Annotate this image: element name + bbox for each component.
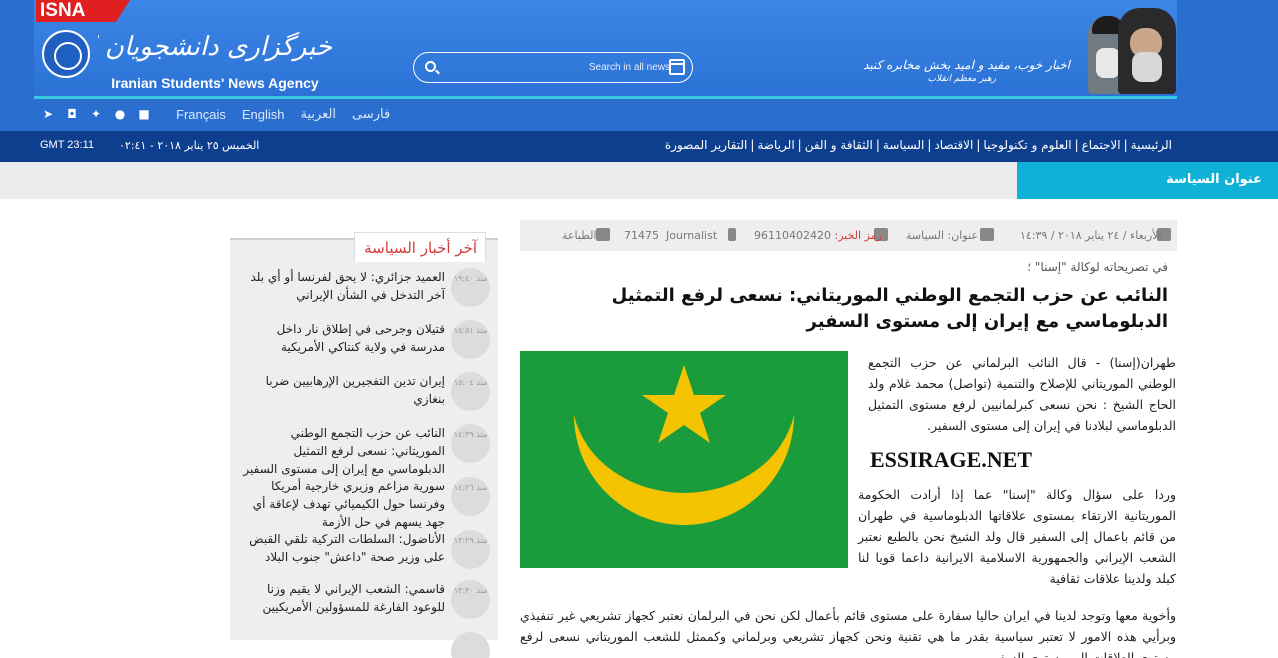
nav-item-home[interactable]: الرئيسية	[1131, 138, 1172, 152]
news-time: منذ ١٤:٢٦	[453, 483, 488, 492]
list-item[interactable]: منذ ١٥:٠٤ إيران تدين التفجيرين الإرهابيي…	[240, 372, 490, 422]
list-item	[240, 632, 490, 658]
mauritania-flag-image	[520, 351, 848, 568]
news-title[interactable]: العميد جزائري: لا يحق لفرنسا أو أي بلد آ…	[240, 268, 445, 304]
section-title: عنوان السياسة	[1166, 172, 1262, 187]
nav-menu: الرئيسية | الاجتماع | العلوم و تكنولوجيا | …	[665, 138, 1172, 152]
nav-separator: |	[875, 138, 880, 152]
header-divider	[34, 96, 1177, 99]
article-paragraph-1: طهران(إسنا) - قال النائب البرلماني عن حز…	[868, 355, 1176, 433]
news-title[interactable]: النائب عن حزب التجمع الوطني الموريتاني: …	[240, 424, 445, 478]
nav-item-sports[interactable]: الرياضة	[757, 138, 794, 152]
leaders-portraits	[1080, 4, 1176, 96]
leader-slogan: اخبار خوب، مفید و امید بخش مخابره کنید	[863, 58, 1070, 72]
list-item[interactable]: منذ ١٣:٣٠ قاسمي: الشعب الإيراني لا يقيم …	[240, 580, 490, 630]
lang-english[interactable]: English	[242, 107, 285, 122]
article-code: رمز الخبر: 96110402420	[754, 229, 882, 242]
essirage-watermark: ESSIRAGE.NET	[870, 447, 1033, 472]
news-time: منذ ١٩:٤٠	[453, 274, 488, 283]
article-headline: النائب عن حزب التجمع الوطني الموريتاني: …	[611, 285, 1168, 332]
twitter-icon[interactable]: ✦	[88, 106, 104, 122]
news-title[interactable]: قتيلان وجرحى في إطلاق نار داخل مدرسة في …	[240, 320, 445, 356]
nav-separator: |	[1123, 138, 1128, 152]
isna-brand-tag[interactable]: ISNA	[36, 0, 130, 22]
news-title[interactable]: الأناضول: السلطات التركية تلقي القبض على…	[240, 530, 445, 566]
site-header: ISNA خبرگزاری دانشجویان ایران، ایسنا Ira…	[0, 0, 1278, 131]
leader-slogan-source: رهبر معظم انقلاب	[927, 74, 996, 84]
nav-item-society[interactable]: الاجتماع	[1082, 138, 1121, 152]
article-code-label: رمز الخبر:	[834, 229, 882, 242]
news-thumbnail	[451, 632, 490, 658]
current-date: الخميس ٢٥ يناير ٢٠١٨ - ٠٢:٤١	[119, 139, 260, 152]
nav-item-photo-reports[interactable]: التقارير المصورة	[665, 138, 748, 152]
flag-emblem-icon	[574, 365, 794, 525]
nav-separator: |	[927, 138, 932, 152]
list-item[interactable]: منذ ١٩:٤٠ العميد جزائري: لا يحق لفرنسا أ…	[240, 268, 490, 318]
news-time: منذ ١٥:٥١	[453, 326, 488, 335]
search-input[interactable]	[450, 58, 670, 77]
article-meta-bar: الأربعاء / ٢٤ يناير ٢٠١٨ / ١٤:٣٩ عنوان: …	[520, 220, 1177, 251]
calendar-icon[interactable]	[669, 59, 685, 75]
logo-english-text[interactable]: Iranian Students' News Agency	[98, 75, 332, 91]
print-label[interactable]: الطباعة	[562, 229, 597, 242]
nav-separator: |	[797, 138, 802, 152]
nav-item-economy[interactable]: الاقتصاد	[934, 138, 973, 152]
news-title[interactable]: قاسمي: الشعب الإيراني لا يقيم وزنا للوعو…	[240, 580, 445, 616]
nav-item-science[interactable]: العلوم و تكنولوجيا	[983, 138, 1071, 152]
news-time: منذ ١٣:٢٩	[453, 536, 488, 545]
article-section[interactable]: عنوان: السياسة	[906, 229, 978, 242]
nav-item-politics[interactable]: السياسة	[883, 138, 924, 152]
news-title[interactable]: إيران تدين التفجيرين الإرهابيين ضربا بنغ…	[240, 372, 445, 408]
journalist-label: Journalist	[666, 229, 718, 242]
print-icon[interactable]	[596, 228, 610, 241]
news-time: منذ ١٤:٣٩	[453, 430, 488, 439]
article-paragraph-3: وأخوية معها وتوجد لدينا في ايران حاليا س…	[520, 608, 1176, 658]
section-tab[interactable]: عنوان السياسة	[1017, 162, 1278, 199]
microphone-icon	[728, 228, 736, 241]
apple-icon[interactable]: ●	[112, 106, 128, 122]
lang-arabic[interactable]: العربية	[301, 107, 337, 122]
list-item[interactable]: منذ ١٥:٥١ قتيلان وجرحى في إطلاق نار داخل…	[240, 320, 490, 370]
logo-persian-text[interactable]: خبرگزاری دانشجویان ایران، ایسنا	[98, 26, 332, 68]
instagram-icon[interactable]: ◘	[64, 106, 80, 122]
sidebar-title: آخر أخبار السياسة	[364, 239, 477, 257]
search-icon[interactable]	[425, 61, 436, 72]
android-icon[interactable]: ■	[136, 106, 152, 122]
nav-separator: |	[1074, 138, 1079, 152]
news-time: منذ ١٣:٣٠	[453, 586, 488, 595]
list-item[interactable]: منذ ١٤:٣٩ النائب عن حزب التجمع الوطني ال…	[240, 424, 490, 478]
list-item[interactable]: منذ ١٤:٢٦ سورية مزاعم وزيري خارجية أمريك…	[240, 477, 490, 531]
gmt-clock: GMT 23:11	[40, 139, 95, 151]
sidebar-title-tab: آخر أخبار السياسة	[354, 232, 486, 262]
lang-french[interactable]: Français	[176, 107, 226, 122]
main-navbar: GMT 23:11 الخميس ٢٥ يناير ٢٠١٨ - ٠٢:٤١ ا…	[0, 131, 1278, 162]
list-item[interactable]: منذ ١٣:٢٩ الأناضول: السلطات التركية تلقي…	[240, 530, 490, 580]
lang-persian[interactable]: فارسی	[352, 107, 390, 122]
nav-separator: |	[750, 138, 755, 152]
news-time: منذ ١٥:٠٤	[453, 378, 488, 387]
article-lead: في تصريحاته لوكالة "إسنا" ؛	[1027, 260, 1168, 274]
article-date: الأربعاء / ٢٤ يناير ٢٠١٨ / ١٤:٣٩	[1020, 229, 1162, 242]
page: ISNA خبرگزاری دانشجویان ایران، ایسنا Ira…	[0, 0, 1278, 658]
folder-icon	[980, 228, 994, 241]
journalist-id: 71475	[624, 229, 659, 242]
portrait-right	[1118, 8, 1176, 94]
language-social-row: ➤ ◘ ✦ ● ■ Français English العربية فارسی	[40, 104, 390, 124]
article-code-value: 96110402420	[754, 229, 831, 242]
news-title[interactable]: سورية مزاعم وزيري خارجية أمريكا وفرنسا ح…	[240, 477, 445, 531]
article-paragraph-2: وردا على سؤال وكالة "إسنا" عما إذا أرادت…	[858, 487, 1176, 586]
search-box[interactable]	[413, 52, 693, 83]
nav-item-culture[interactable]: الثقافة و الفن	[805, 138, 873, 152]
telegram-icon[interactable]: ➤	[40, 106, 56, 122]
jahad-emblem-icon[interactable]	[42, 30, 90, 78]
nav-separator: |	[976, 138, 981, 152]
